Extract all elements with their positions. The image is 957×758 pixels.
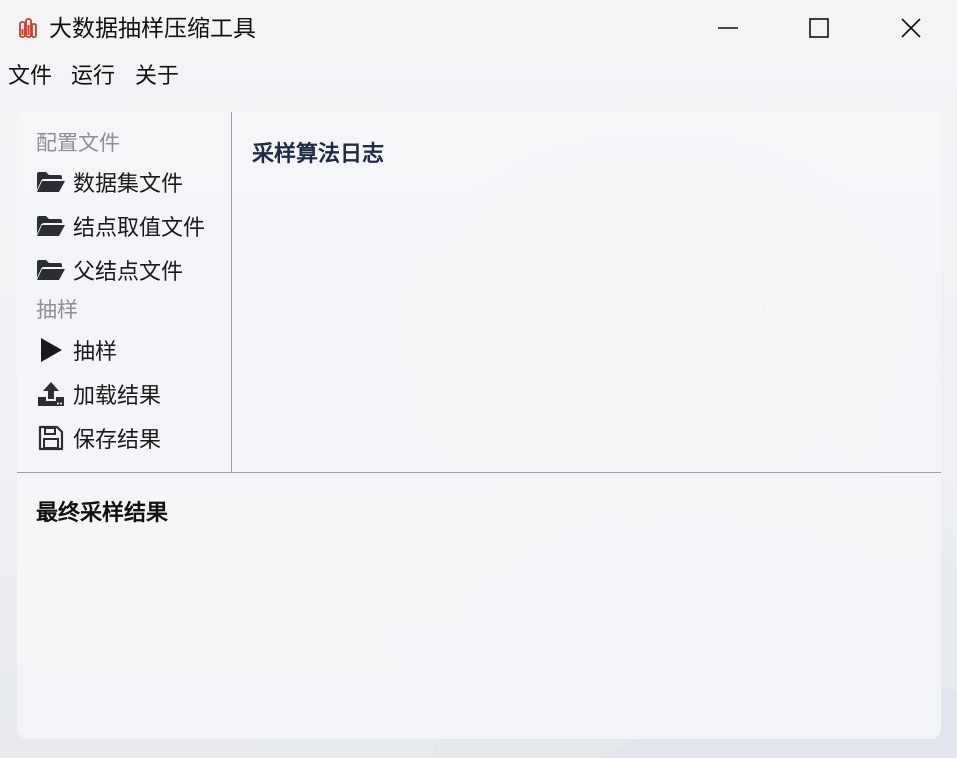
log-title: 采样算法日志 bbox=[252, 141, 385, 167]
minimize-button[interactable] bbox=[705, 8, 751, 48]
sidebar-item-label: 加载结果 bbox=[73, 384, 162, 409]
sample-section-label: 抽样 bbox=[36, 298, 78, 322]
close-icon bbox=[901, 18, 921, 38]
folder-open-icon bbox=[36, 169, 66, 195]
menu-about[interactable]: 关于 bbox=[135, 62, 179, 92]
sidebar-item-label: 抽样 bbox=[73, 340, 118, 365]
sidebar-item-label: 数据集文件 bbox=[73, 172, 184, 197]
sidebar-item-label: 保存结果 bbox=[73, 428, 162, 453]
save-icon bbox=[36, 425, 66, 451]
app-logo-icon bbox=[18, 17, 38, 39]
sidebar-item-parent-node-file[interactable]: 父结点文件 bbox=[36, 254, 183, 286]
sidebar-item-load-results[interactable]: 加载结果 bbox=[36, 378, 161, 410]
final-result-area: 最终采样结果 bbox=[17, 473, 941, 739]
close-button[interactable] bbox=[888, 8, 934, 48]
sidebar-item-sample[interactable]: 抽样 bbox=[36, 334, 117, 366]
sidebar-item-dataset-file[interactable]: 数据集文件 bbox=[36, 166, 183, 198]
sidebar: 配置文件 数据集文件 结点取值文件 父结点文件 抽样 抽样 加载结果 保存结果 bbox=[17, 112, 232, 472]
menu-file[interactable]: 文件 bbox=[8, 62, 52, 92]
menu-bar: 文件 运行 关于 bbox=[0, 58, 957, 96]
window-title: 大数据抽样压缩工具 bbox=[49, 16, 256, 42]
menu-run[interactable]: 运行 bbox=[71, 62, 115, 92]
maximize-icon bbox=[809, 18, 829, 38]
sidebar-item-label: 结点取值文件 bbox=[73, 216, 206, 241]
sidebar-item-label: 父结点文件 bbox=[73, 260, 184, 285]
minimize-icon bbox=[718, 27, 738, 29]
algorithm-log-area: 采样算法日志 bbox=[233, 112, 941, 472]
sidebar-item-save-results[interactable]: 保存结果 bbox=[36, 422, 161, 454]
upload-icon bbox=[36, 381, 66, 407]
maximize-button[interactable] bbox=[796, 8, 842, 48]
sidebar-item-node-values-file[interactable]: 结点取值文件 bbox=[36, 210, 205, 242]
folder-open-icon bbox=[36, 213, 66, 239]
title-bar: 大数据抽样压缩工具 bbox=[0, 0, 957, 58]
config-section-label: 配置文件 bbox=[36, 131, 120, 155]
folder-open-icon bbox=[36, 257, 66, 283]
play-icon bbox=[36, 337, 66, 363]
main-panel: 配置文件 数据集文件 结点取值文件 父结点文件 抽样 抽样 加载结果 保存结果 … bbox=[17, 112, 941, 739]
result-title: 最终采样结果 bbox=[36, 500, 169, 526]
